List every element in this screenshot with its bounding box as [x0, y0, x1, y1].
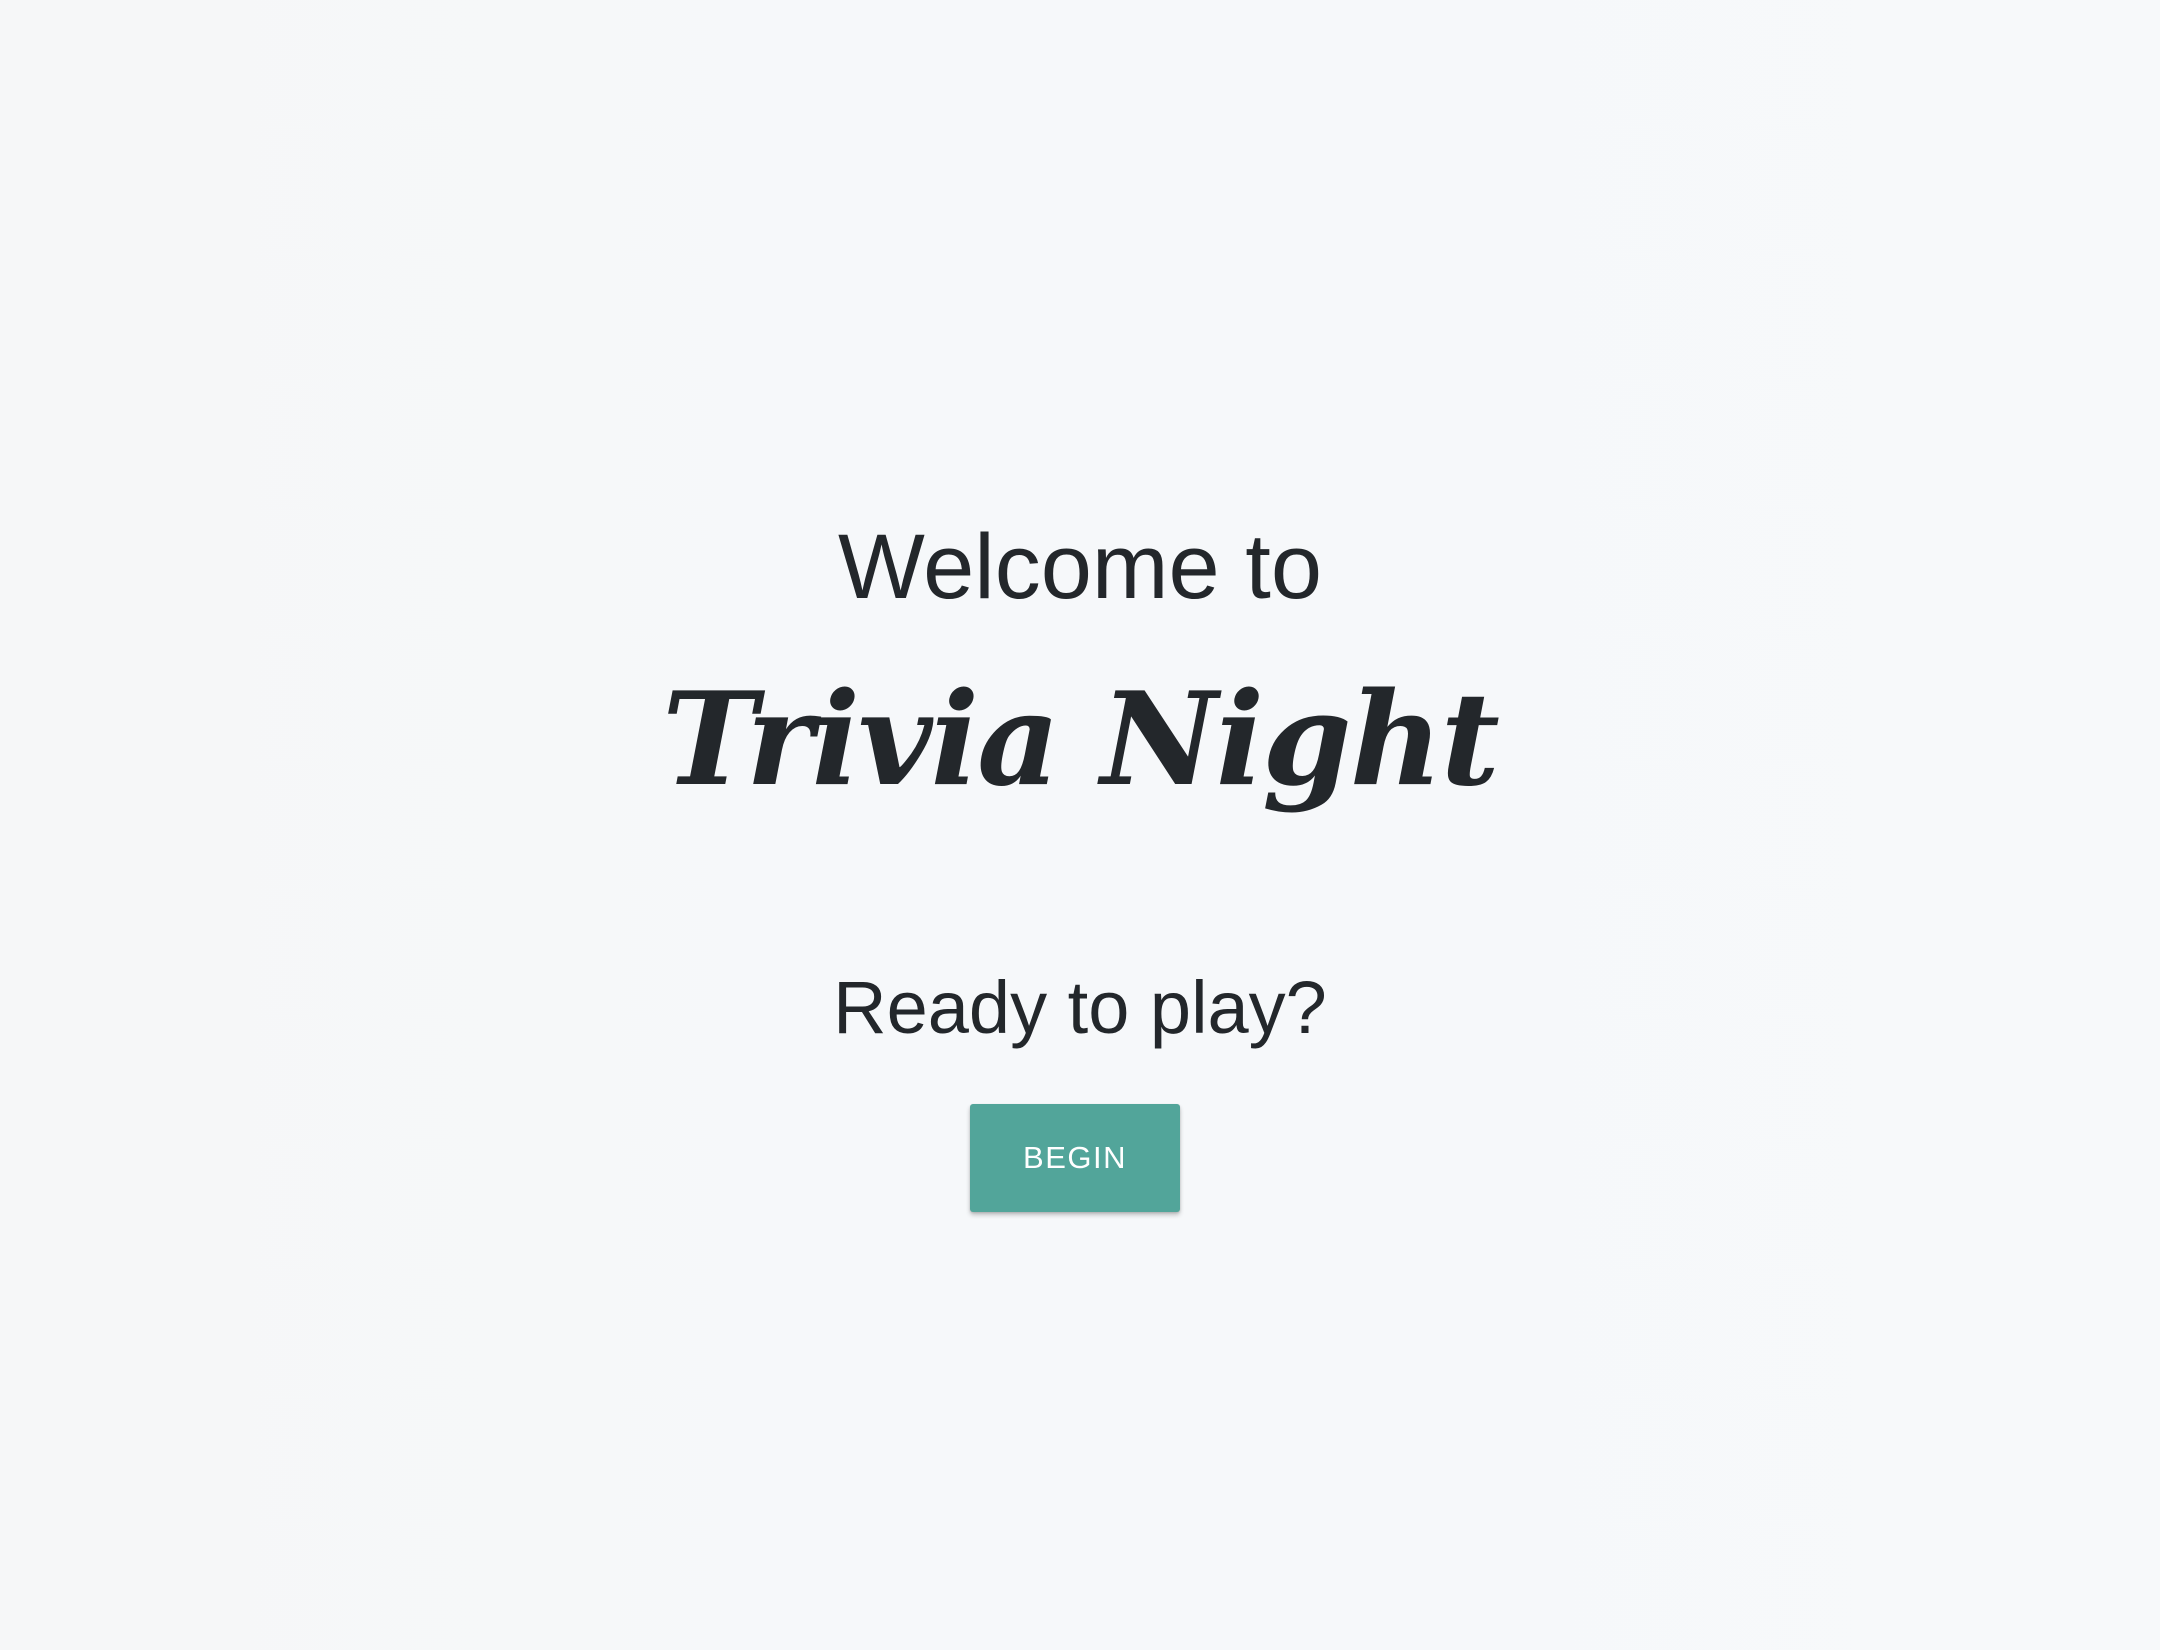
begin-button[interactable]: BEGIN	[970, 1104, 1180, 1212]
app-title: Trivia Night	[662, 665, 1500, 815]
welcome-heading: Welcome to	[837, 516, 1323, 618]
ready-prompt: Ready to play?	[833, 966, 1327, 1049]
